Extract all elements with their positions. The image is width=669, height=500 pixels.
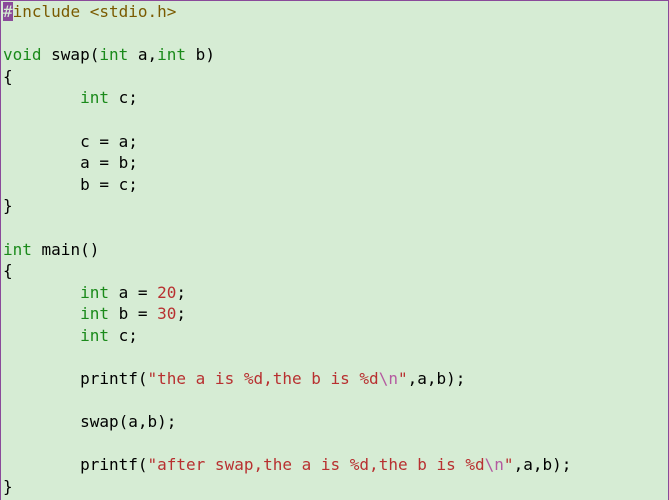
fn-printf: printf( (80, 455, 147, 474)
line-22: printf("after swap,the a is %d,the b is … (3, 455, 571, 474)
line-5: int c; (3, 88, 138, 107)
preproc-include: include (13, 2, 80, 21)
param-a: a, (128, 45, 157, 64)
brace-open: { (3, 67, 13, 86)
line-8: a = b; (3, 153, 138, 172)
string-close: " (504, 455, 514, 474)
args: ,a,b); (408, 369, 466, 388)
kw-int: int (157, 45, 186, 64)
kw-int: int (3, 240, 32, 259)
kw-int: int (80, 88, 109, 107)
stmt: b = c; (80, 175, 138, 194)
fn-main: main() (32, 240, 99, 259)
decl-c: c; (109, 88, 138, 107)
kw-int: int (80, 283, 109, 302)
line-18: printf("the a is %d,the b is %d\n",a,b); (3, 369, 465, 388)
semi: ; (176, 304, 186, 323)
stmt: a = b; (80, 153, 138, 172)
kw-int: int (99, 45, 128, 64)
string-escape: \n (485, 455, 504, 474)
semi: ; (176, 283, 186, 302)
param-b: b) (186, 45, 215, 64)
call-swap: swap(a,b); (80, 412, 176, 431)
num-20: 20 (157, 283, 176, 302)
line-16: int c; (3, 326, 138, 345)
fn-printf: printf( (80, 369, 147, 388)
string-literal: "after swap,the a is %d,the b is %d (148, 455, 485, 474)
fn-swap: swap( (42, 45, 100, 64)
line-7: c = a; (3, 132, 138, 151)
line-1: #include <stdio.h> (3, 2, 176, 21)
num-30: 30 (157, 304, 176, 323)
line-20: swap(a,b); (3, 412, 176, 431)
string-literal: "the a is %d,the b is %d (148, 369, 379, 388)
code-editor[interactable]: #include <stdio.h> void swap(int a,int b… (1, 1, 668, 498)
preproc-header: <stdio.h> (80, 2, 176, 21)
brace-close: } (3, 477, 13, 496)
brace-open: { (3, 261, 13, 280)
stmt: c = a; (80, 132, 138, 151)
line-14: int a = 20; (3, 283, 186, 302)
line-3: void swap(int a,int b) (3, 45, 215, 64)
kw-void: void (3, 45, 42, 64)
decl-a: a = (109, 283, 157, 302)
string-close: " (398, 369, 408, 388)
args: ,a,b); (514, 455, 572, 474)
line-9: b = c; (3, 175, 138, 194)
string-escape: \n (379, 369, 398, 388)
decl-c2: c; (109, 326, 138, 345)
line-15: int b = 30; (3, 304, 186, 323)
decl-b: b = (109, 304, 157, 323)
brace-close: } (3, 196, 13, 215)
cursor: # (3, 2, 13, 21)
kw-int: int (80, 304, 109, 323)
line-12: int main() (3, 240, 99, 259)
kw-int: int (80, 326, 109, 345)
